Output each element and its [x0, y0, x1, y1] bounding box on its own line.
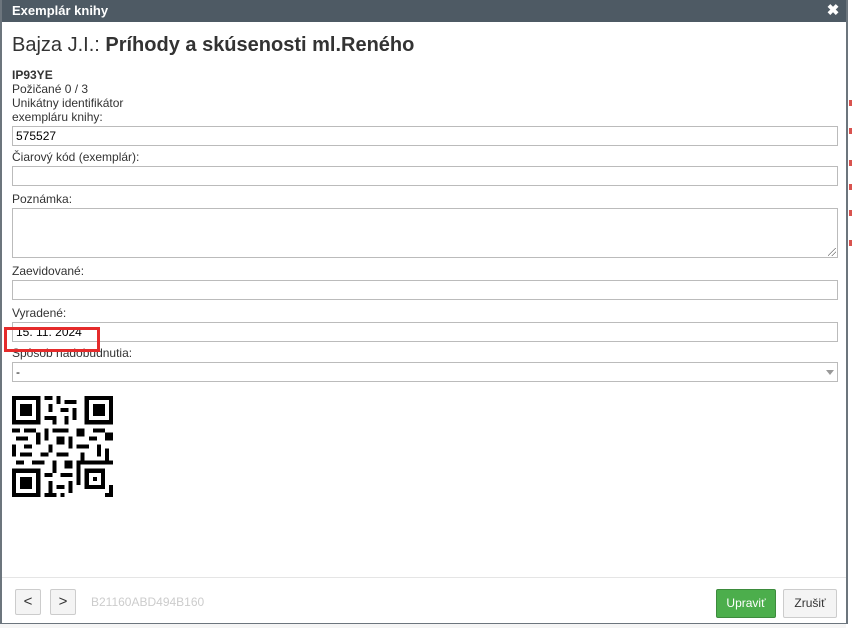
book-copy-dialog: Exemplár knihy ✖ Bajza J.I.: Príhody a s… [0, 0, 848, 624]
copy-code: IP93YE [12, 68, 53, 82]
edit-button[interactable]: Upraviť [716, 589, 776, 618]
dialog-footer: < > B21160ABD494B160 Upraviť Zrušiť [2, 577, 846, 623]
unique-id-label-line: Unikátny identifikátor [12, 96, 124, 110]
dialog-titlebar: Exemplár knihy ✖ [2, 0, 846, 22]
barcode-field[interactable] [12, 166, 838, 186]
book-title: Príhody a skúsenosti ml.Reného [105, 34, 415, 56]
acquisition-select[interactable]: - [12, 362, 838, 382]
page-title: Bajza J.I.: Príhody a skúsenosti ml.René… [12, 34, 836, 56]
close-icon[interactable]: ✖ [824, 0, 842, 22]
unique-id-label-line: exempláru knihy: [12, 110, 103, 124]
record-identifier: B21160ABD494B160 [91, 595, 205, 609]
registered-label: Zaevidované: [12, 264, 85, 278]
next-button[interactable]: > [50, 589, 76, 615]
loan-status: Požičané 0 / 3 [12, 82, 89, 96]
dialog-title: Exemplár knihy [12, 3, 109, 18]
discarded-date-field[interactable]: 15. 11. 2024 [12, 322, 838, 342]
resize-handle-icon[interactable] [828, 248, 836, 256]
registered-date-field[interactable] [12, 280, 838, 300]
discarded-label: Vyradené: [12, 306, 67, 320]
dialog-content: Bajza J.I.: Príhody a skúsenosti ml.René… [2, 34, 846, 502]
note-label: Poznámka: [12, 192, 73, 206]
cancel-button[interactable]: Zrušiť [783, 589, 837, 618]
qr-code-icon [12, 396, 113, 497]
chevron-down-icon [826, 370, 834, 375]
unique-id-label: Unikátny identifikátor exempláru knihy: [12, 96, 836, 124]
previous-button[interactable]: < [15, 589, 41, 615]
barcode-label: Čiarový kód (exemplár): [12, 150, 140, 164]
note-textarea[interactable] [12, 208, 838, 258]
acquisition-label: Spôsob nadobudnutia: [12, 346, 133, 360]
discarded-date-highlight [4, 327, 100, 352]
unique-id-field[interactable]: 575527 [12, 126, 838, 146]
book-author: Bajza J.I.: [12, 34, 106, 56]
acquisition-value: - [16, 365, 20, 379]
